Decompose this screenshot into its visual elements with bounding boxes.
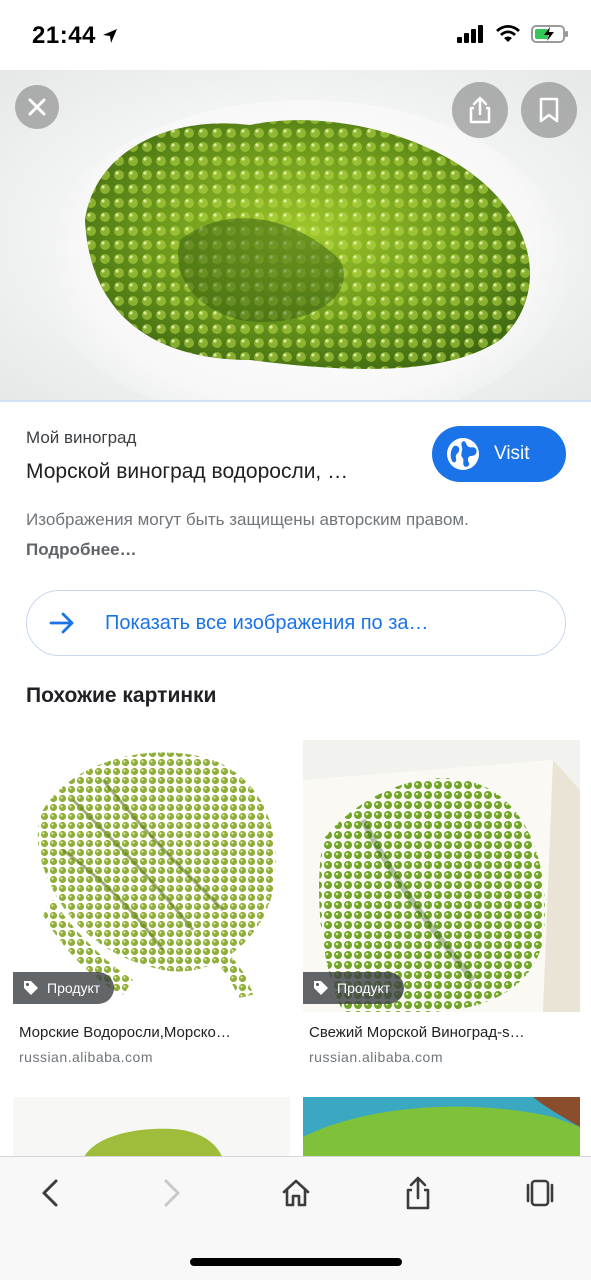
learn-more-link[interactable]: Подробнее… xyxy=(26,540,137,559)
chevron-left-icon xyxy=(42,1179,58,1207)
card-title[interactable]: Свежий Морской Виноград-s… xyxy=(309,1024,574,1041)
show-all-images-button[interactable]: Показать все изображения по за… xyxy=(26,590,566,656)
status-bar: 21:44 xyxy=(0,0,591,70)
seaweed-thumbnail xyxy=(83,1128,223,1159)
similar-image-partial[interactable] xyxy=(303,1097,580,1159)
bookmark-icon xyxy=(539,97,559,123)
tag-icon xyxy=(314,981,328,995)
tabs-icon xyxy=(526,1179,554,1207)
similar-image[interactable]: Продукт xyxy=(13,740,290,1012)
share-icon xyxy=(469,96,491,124)
tabs-button[interactable] xyxy=(518,1175,562,1211)
globe-icon xyxy=(447,438,479,470)
copyright-text: Изображения могут быть защищены авторски… xyxy=(26,510,469,529)
status-indicators xyxy=(457,24,569,44)
similar-image-card[interactable]: Продукт Свежий Морской Виноград-s… russi… xyxy=(303,740,580,1065)
back-button[interactable] xyxy=(28,1175,72,1211)
status-time: 21:44 xyxy=(32,22,118,50)
similar-images-heading: Похожие картинки xyxy=(26,684,217,707)
result-title[interactable]: Морской виноград водоросли, … xyxy=(26,460,406,484)
share-icon xyxy=(406,1176,430,1210)
badge-label: Продукт xyxy=(337,980,391,996)
home-button[interactable] xyxy=(274,1175,318,1211)
card-source: russian.alibaba.com xyxy=(309,1049,444,1065)
site-name[interactable]: Мой виноград xyxy=(26,428,136,448)
image-divider xyxy=(0,400,591,402)
similar-image[interactable]: Продукт xyxy=(303,740,580,1012)
location-arrow-icon xyxy=(102,29,117,43)
copyright-notice: Изображения могут быть защищены авторски… xyxy=(26,505,546,565)
chevron-right-icon xyxy=(164,1179,180,1207)
product-badge: Продукт xyxy=(303,972,405,1004)
main-image[interactable] xyxy=(0,70,591,402)
card-title[interactable]: Морские Водоросли,Морско… xyxy=(19,1024,284,1041)
bookmark-button[interactable] xyxy=(521,82,577,138)
share-button[interactable] xyxy=(452,82,508,138)
clock: 21:44 xyxy=(32,22,96,49)
arrow-right-icon xyxy=(49,612,74,634)
similar-image-partial[interactable] xyxy=(13,1097,290,1159)
badge-label: Продукт xyxy=(47,980,101,996)
tag-icon xyxy=(24,981,38,995)
show-all-label: Показать все изображения по за… xyxy=(105,611,429,634)
share-page-button[interactable] xyxy=(396,1175,440,1211)
battery-charging-icon xyxy=(531,25,568,43)
forward-button[interactable] xyxy=(150,1175,194,1211)
home-icon xyxy=(282,1179,310,1207)
close-icon xyxy=(28,98,46,116)
product-badge: Продукт xyxy=(13,972,115,1004)
close-button[interactable] xyxy=(15,85,59,129)
wifi-icon xyxy=(496,25,520,42)
cellular-signal-icon xyxy=(457,25,483,43)
visit-button[interactable]: Visit xyxy=(432,426,566,482)
home-indicator[interactable] xyxy=(190,1258,402,1266)
similar-image-card[interactable]: Продукт Морские Водоросли,Морско… russia… xyxy=(13,740,290,1065)
card-source: russian.alibaba.com xyxy=(19,1049,154,1065)
seaweed-thumbnail xyxy=(303,1097,580,1159)
visit-label: Visit xyxy=(494,443,530,464)
